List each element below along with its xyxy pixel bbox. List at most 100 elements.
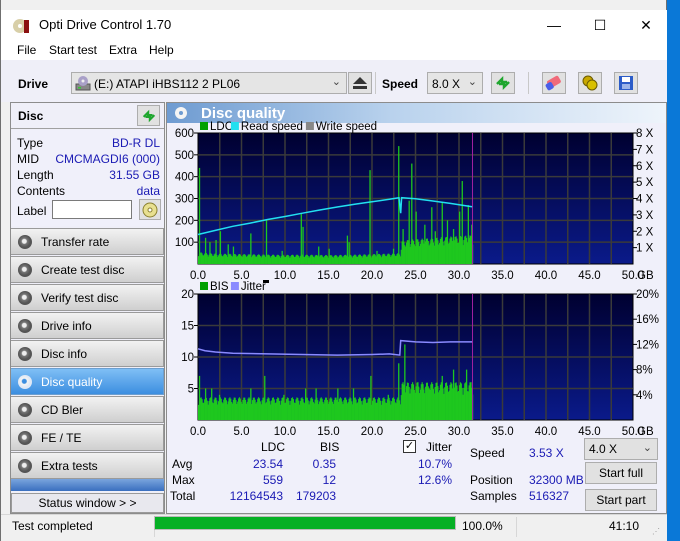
avg-jitter-value: 10.7% <box>417 457 452 471</box>
ldc-chart-ytick-label-right: 3 X <box>636 210 654 222</box>
ldc-chart-spike <box>346 235 349 264</box>
bis-chart-xtick-label: 10.0 <box>274 426 296 438</box>
charts-area: 100 200 300 400 500 600 1 X 2 X 3 X 4 X 5 X 6 X 7 X 8… <box>175 121 659 438</box>
bis-chart-spike <box>250 388 252 420</box>
bis-chart-ytick-label-right: 20% <box>636 289 659 301</box>
bis-chart-xtick-label: 0.0 <box>190 426 206 438</box>
bis-chart-spike <box>452 369 455 420</box>
ldc-chart-xtick-label: 25.0 <box>404 270 426 282</box>
bis-chart-ytick-label-left: 10 <box>181 352 194 364</box>
ldc-chart-ytick-label-left: 500 <box>175 150 194 162</box>
ldc-chart-ytick-label-right: 1 X <box>636 243 654 255</box>
ldc-chart-legend-swatch <box>200 122 208 130</box>
bis-chart-spike <box>470 382 472 420</box>
test-speed-select[interactable]: 4.0 X ⌄ <box>584 438 658 460</box>
ldc-chart-spike <box>392 248 395 264</box>
ldc-chart-spike <box>431 207 433 264</box>
checkmark-icon: ✓ <box>404 440 415 452</box>
ldc-chart-ytick-label-right: 6 X <box>636 161 654 173</box>
ldc-chart-spike <box>281 250 283 264</box>
ldc-chart-spike <box>452 229 455 264</box>
ldc-chart-legend-label: Write speed <box>316 121 377 133</box>
samples-value: 516327 <box>529 489 570 503</box>
bis-chart-xtick-label: 15.0 <box>317 426 339 438</box>
ldc-chart-xtick-label: 35.0 <box>491 270 513 282</box>
ldc-chart-spike <box>328 248 330 264</box>
max-jitter-value: 12.6% <box>417 473 452 487</box>
ldc-chart-spike <box>424 224 426 264</box>
ldc-chart-xtick-label: 30.0 <box>448 270 470 282</box>
ldc-chart-spike <box>411 163 413 264</box>
ldc-chart-spike <box>446 220 449 264</box>
ldc-chart-legend-label: LDC <box>210 121 233 133</box>
ldc-chart-xtick-label: 0.0 <box>190 270 206 282</box>
bis-chart-xtick-label: 40.0 <box>535 426 557 438</box>
ldc-chart-ytick-label-left: 600 <box>175 128 194 140</box>
ldc-chart-ytick-label-right: 2 X <box>636 226 654 238</box>
chevron-down-icon: ⌄ <box>642 442 652 454</box>
progress-bar <box>154 516 456 530</box>
ldc-chart-xtick-label: 10.0 <box>274 270 296 282</box>
ldc-chart-spike <box>302 226 304 264</box>
bis-chart-spike <box>441 375 443 420</box>
bis-chart-xtick-label: 35.0 <box>491 426 513 438</box>
ldc-chart-spike <box>265 220 268 264</box>
start-part-button[interactable]: Start part <box>585 489 657 511</box>
ldc-chart-xtick-label: 15.0 <box>317 270 339 282</box>
ldc-chart-spike <box>402 229 404 264</box>
ldc-chart-spike <box>300 213 302 264</box>
position-label: Position <box>470 473 513 487</box>
elapsed-time: 41:10 <box>609 519 640 533</box>
resize-grip-icon[interactable]: ⋰ <box>652 527 660 536</box>
bis-chart-legend-swatch <box>230 282 239 290</box>
bis-chart-spike <box>465 369 468 420</box>
avg-bis-value: 0.35 <box>312 457 336 471</box>
bis-chart-spike <box>417 382 419 420</box>
bis-chart-spike <box>404 344 406 420</box>
bis-chart-legend-label: BIS <box>210 281 229 293</box>
stats-row-max-label: Max <box>172 473 195 487</box>
jitter-label: Jitter <box>426 440 453 454</box>
bis-chart-spike <box>352 388 355 420</box>
bis-chart-xtick-label: 45.0 <box>578 426 600 438</box>
start-full-button[interactable]: Start full <box>585 462 657 484</box>
progress-fill <box>155 517 455 529</box>
ldc-chart-spike <box>369 170 371 264</box>
bis-chart-spike <box>283 394 285 420</box>
stats-col-ldc: LDC <box>261 440 286 454</box>
ldc-chart-spike <box>467 205 469 264</box>
bis-chart-ytick-label-right: 8% <box>636 365 653 377</box>
ldc-chart-spike <box>219 231 222 264</box>
ldc-chart-spike <box>376 250 378 264</box>
ldc-chart-spike <box>415 211 417 264</box>
test-speed-value: 4.0 X <box>589 442 618 456</box>
max-bis-value: 12 <box>322 473 336 487</box>
bis-chart-spike <box>398 363 400 420</box>
ldc-chart-spike <box>348 242 350 264</box>
ldc-chart-ytick-label-right: 4 X <box>636 194 654 206</box>
ldc-chart-spike <box>459 211 461 264</box>
ldc-chart-xtick-label: 20.0 <box>361 270 383 282</box>
speed-stat-value: 3.53 X <box>529 446 564 460</box>
speed-stat-label: Speed <box>470 446 505 460</box>
stats-row-avg-label: Avg <box>172 457 193 471</box>
bis-chart-ytick-label-left: 15 <box>181 321 194 333</box>
legend-marker <box>263 280 269 283</box>
ldc-chart-ytick-label-left: 400 <box>175 172 194 184</box>
jitter-checkbox[interactable]: ✓ <box>403 440 416 453</box>
bis-chart-spike <box>315 388 317 420</box>
ldc-chart-xtick-label: 45.0 <box>578 270 600 282</box>
progress-text: 100.0% <box>462 519 503 533</box>
max-ldc-value: 559 <box>262 473 283 487</box>
ldc-chart-spike <box>232 246 235 264</box>
status-divider <box>516 517 517 537</box>
ldc-chart-xlabel: GB <box>637 270 654 282</box>
ldc-chart-ytick-label-right: 7 X <box>636 144 654 156</box>
bis-chart-xtick-label: 25.0 <box>404 426 426 438</box>
ldc-chart-spike <box>408 200 410 264</box>
ldc-chart-spike <box>441 202 443 264</box>
ldc-chart-spike <box>209 242 211 264</box>
ldc-chart-ytick-label-right: 5 X <box>636 177 654 189</box>
ldc-chart-spike <box>250 233 252 264</box>
bis-chart-spike <box>204 388 207 420</box>
